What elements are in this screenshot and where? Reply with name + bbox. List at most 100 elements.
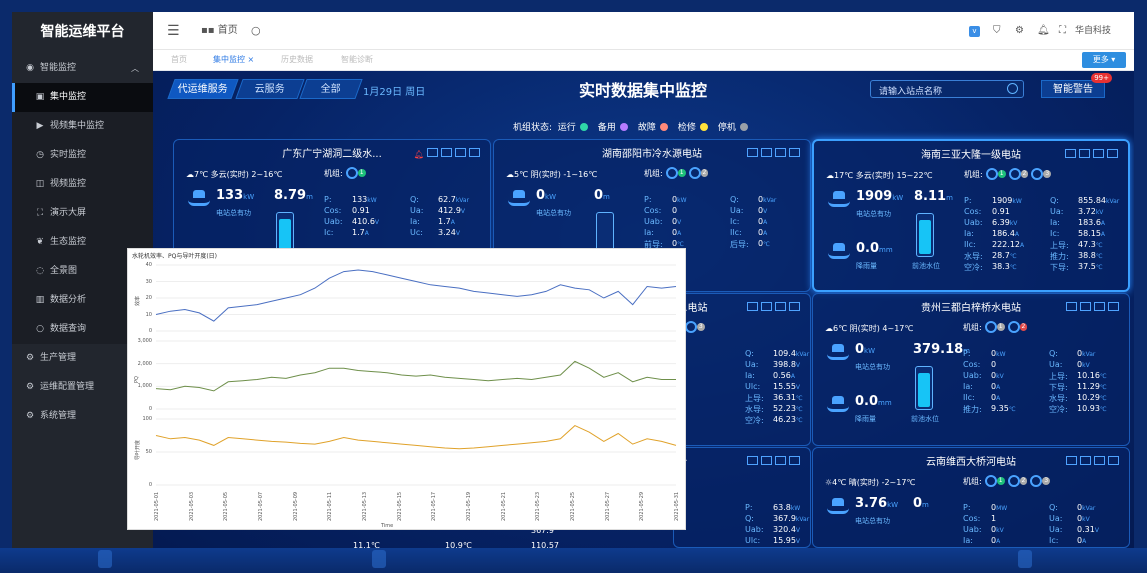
info-icon[interactable]: [747, 302, 758, 311]
metric-number: 1909: [992, 196, 1013, 205]
y-tick-label: 10: [145, 311, 152, 318]
trend-icon[interactable]: [1094, 456, 1105, 465]
smart-alarm-button[interactable]: 智能警告 99+: [1041, 73, 1112, 98]
turbine-unit-icon[interactable]: [665, 167, 678, 179]
video-icon[interactable]: [1107, 149, 1118, 158]
turbine-unit-icon[interactable]: [1031, 168, 1044, 180]
info-icon[interactable]: [1065, 149, 1076, 158]
tab-monitor[interactable]: 集中监控 ×: [213, 54, 254, 65]
metric-value: 0.91: [992, 207, 1010, 216]
turbine-unit-icon[interactable]: [684, 321, 697, 333]
fullscreen-icon[interactable]: ⛶: [1059, 12, 1066, 50]
video-icon[interactable]: [1108, 302, 1119, 311]
video-icon[interactable]: [789, 456, 800, 465]
info-icon[interactable]: [747, 456, 758, 465]
tab-diagnosis[interactable]: 智能诊断: [341, 54, 373, 65]
station-search-input[interactable]: 请输入站点名称: [870, 80, 1024, 98]
sidebar-item[interactable]: ◉ 智能监控 ︿: [12, 54, 153, 83]
info-icon[interactable]: [1066, 456, 1077, 465]
user-name[interactable]: 华自科技: [1075, 12, 1111, 50]
metric-unit: ℃: [795, 406, 803, 413]
sidebar-item[interactable]: ▣ 集中监控: [12, 83, 153, 112]
tab-home[interactable]: 首页: [171, 54, 187, 65]
metric-unit: kVar: [763, 197, 777, 204]
tab-cloud-service[interactable]: 云服务: [235, 79, 305, 99]
rain-number: 0.0: [855, 394, 879, 409]
search-icon[interactable]: [1007, 83, 1018, 94]
station-card[interactable]: 海南三亚大隆一级电站 ☁17℃ 多云(实时) 15~22℃ 机组: 1 2 3 1909kW…: [812, 139, 1130, 292]
trend-icon[interactable]: [1093, 149, 1104, 158]
metric-unit: A: [1020, 242, 1025, 249]
tab-all[interactable]: 全部: [299, 79, 363, 99]
trend-icon[interactable]: [775, 302, 786, 311]
turbine-unit-icon[interactable]: [985, 168, 998, 180]
dropdown-toggle-icon[interactable]: v: [969, 12, 980, 50]
rain-number: 0.0: [856, 241, 880, 256]
home-breadcrumb[interactable]: ▪▪ 首页: [201, 12, 238, 50]
metric-key: 水导:: [964, 252, 983, 261]
video-icon[interactable]: [789, 302, 800, 311]
menu-toggle-icon[interactable]: ☰: [167, 12, 180, 50]
chevron-up-icon[interactable]: ︿: [131, 54, 139, 83]
water-tank: [915, 366, 933, 410]
chart-icon[interactable]: [1080, 302, 1091, 311]
station-card[interactable]: ...2P:63.8kWQ:367.9kVarUab:320.4VUlc:15.…: [673, 447, 811, 548]
trend-icon[interactable]: [455, 148, 466, 157]
turbine-icon: [827, 344, 849, 360]
metric-number: 367.9: [773, 514, 796, 523]
sidebar-item[interactable]: ◷ 实时监控: [12, 141, 153, 170]
turbine-unit-icon[interactable]: [1008, 168, 1021, 180]
chart-icon[interactable]: [761, 456, 772, 465]
station-card[interactable]: ...电站23Q:109.4kVarUa:398.8VIa:0.56AUlc:1…: [673, 293, 811, 446]
station-card[interactable]: 云南维西大桥河电站 ☼4℃ 晴(实时) -2~17℃ 机组: 1 2 3 3.76kW 电站总…: [812, 447, 1130, 548]
chart-icon[interactable]: [761, 148, 772, 157]
trend-icon[interactable]: [1094, 302, 1105, 311]
metric-unit: A: [996, 395, 1001, 402]
sidebar-item[interactable]: ▶ 视频集中监控: [12, 112, 153, 141]
metric-value: 38.8℃: [1078, 251, 1103, 260]
trend-icon[interactable]: [775, 456, 786, 465]
metric-number: 3.72: [1078, 207, 1096, 216]
metric-number: 37.5: [1078, 262, 1096, 271]
turbine-unit-icon[interactable]: [984, 475, 997, 487]
info-icon[interactable]: [747, 148, 758, 157]
video-icon[interactable]: [789, 148, 800, 157]
metric-value: 0A: [758, 228, 767, 237]
close-icon[interactable]: ×: [248, 55, 255, 64]
metric-number: 0: [991, 360, 997, 369]
bell-icon[interactable]: 🔔︎: [1037, 12, 1050, 50]
chart-icon[interactable]: [1079, 149, 1090, 158]
info-icon[interactable]: [427, 148, 438, 157]
chart-icon[interactable]: [761, 302, 772, 311]
video-icon[interactable]: [469, 148, 480, 157]
clock-icon: ◷: [36, 150, 44, 160]
turbine-unit-icon[interactable]: [345, 167, 358, 179]
metric-key: P:: [644, 195, 652, 204]
tab-history[interactable]: 历史数据: [281, 54, 313, 65]
metric-unit: kV: [1095, 209, 1104, 216]
metric-key: 上导:: [1050, 241, 1069, 250]
turbine-unit-icon[interactable]: [1007, 321, 1020, 333]
tab-managed-service[interactable]: 代运维服务: [167, 79, 239, 99]
active-power-value: 0kW: [855, 342, 875, 357]
turbine-unit-icon[interactable]: [688, 167, 701, 179]
turbine-unit-icon[interactable]: [1030, 475, 1043, 487]
chart-icon[interactable]: [1080, 456, 1091, 465]
water-fill: [918, 373, 930, 407]
sidebar-item[interactable]: ◫ 视频监控: [12, 170, 153, 199]
station-card[interactable]: 贵州三都白梓桥水电站 ☁6℃ 阴(实时) 4~17℃ 机组: 1 2 0kW 电站总有功 37…: [812, 293, 1130, 446]
turbine-unit-icon[interactable]: [984, 321, 997, 333]
metric-unit: ℃: [1008, 406, 1016, 413]
shirt-icon[interactable]: ⛉: [993, 12, 1001, 50]
alarm-bell-icon[interactable]: 🔔︎: [414, 150, 424, 159]
video-icon[interactable]: [1108, 456, 1119, 465]
chart-icon[interactable]: [441, 148, 452, 157]
gear-icon: ⚙: [25, 411, 35, 421]
trend-icon[interactable]: [775, 148, 786, 157]
info-icon[interactable]: [1066, 302, 1077, 311]
sidebar-item[interactable]: ⛶ 演示大屏: [12, 199, 153, 228]
gear-icon[interactable]: ⚙: [1015, 12, 1024, 50]
turbine-unit-icon[interactable]: [1007, 475, 1020, 487]
more-button[interactable]: 更多 ▾: [1082, 52, 1126, 68]
search-icon[interactable]: ○: [251, 12, 261, 50]
